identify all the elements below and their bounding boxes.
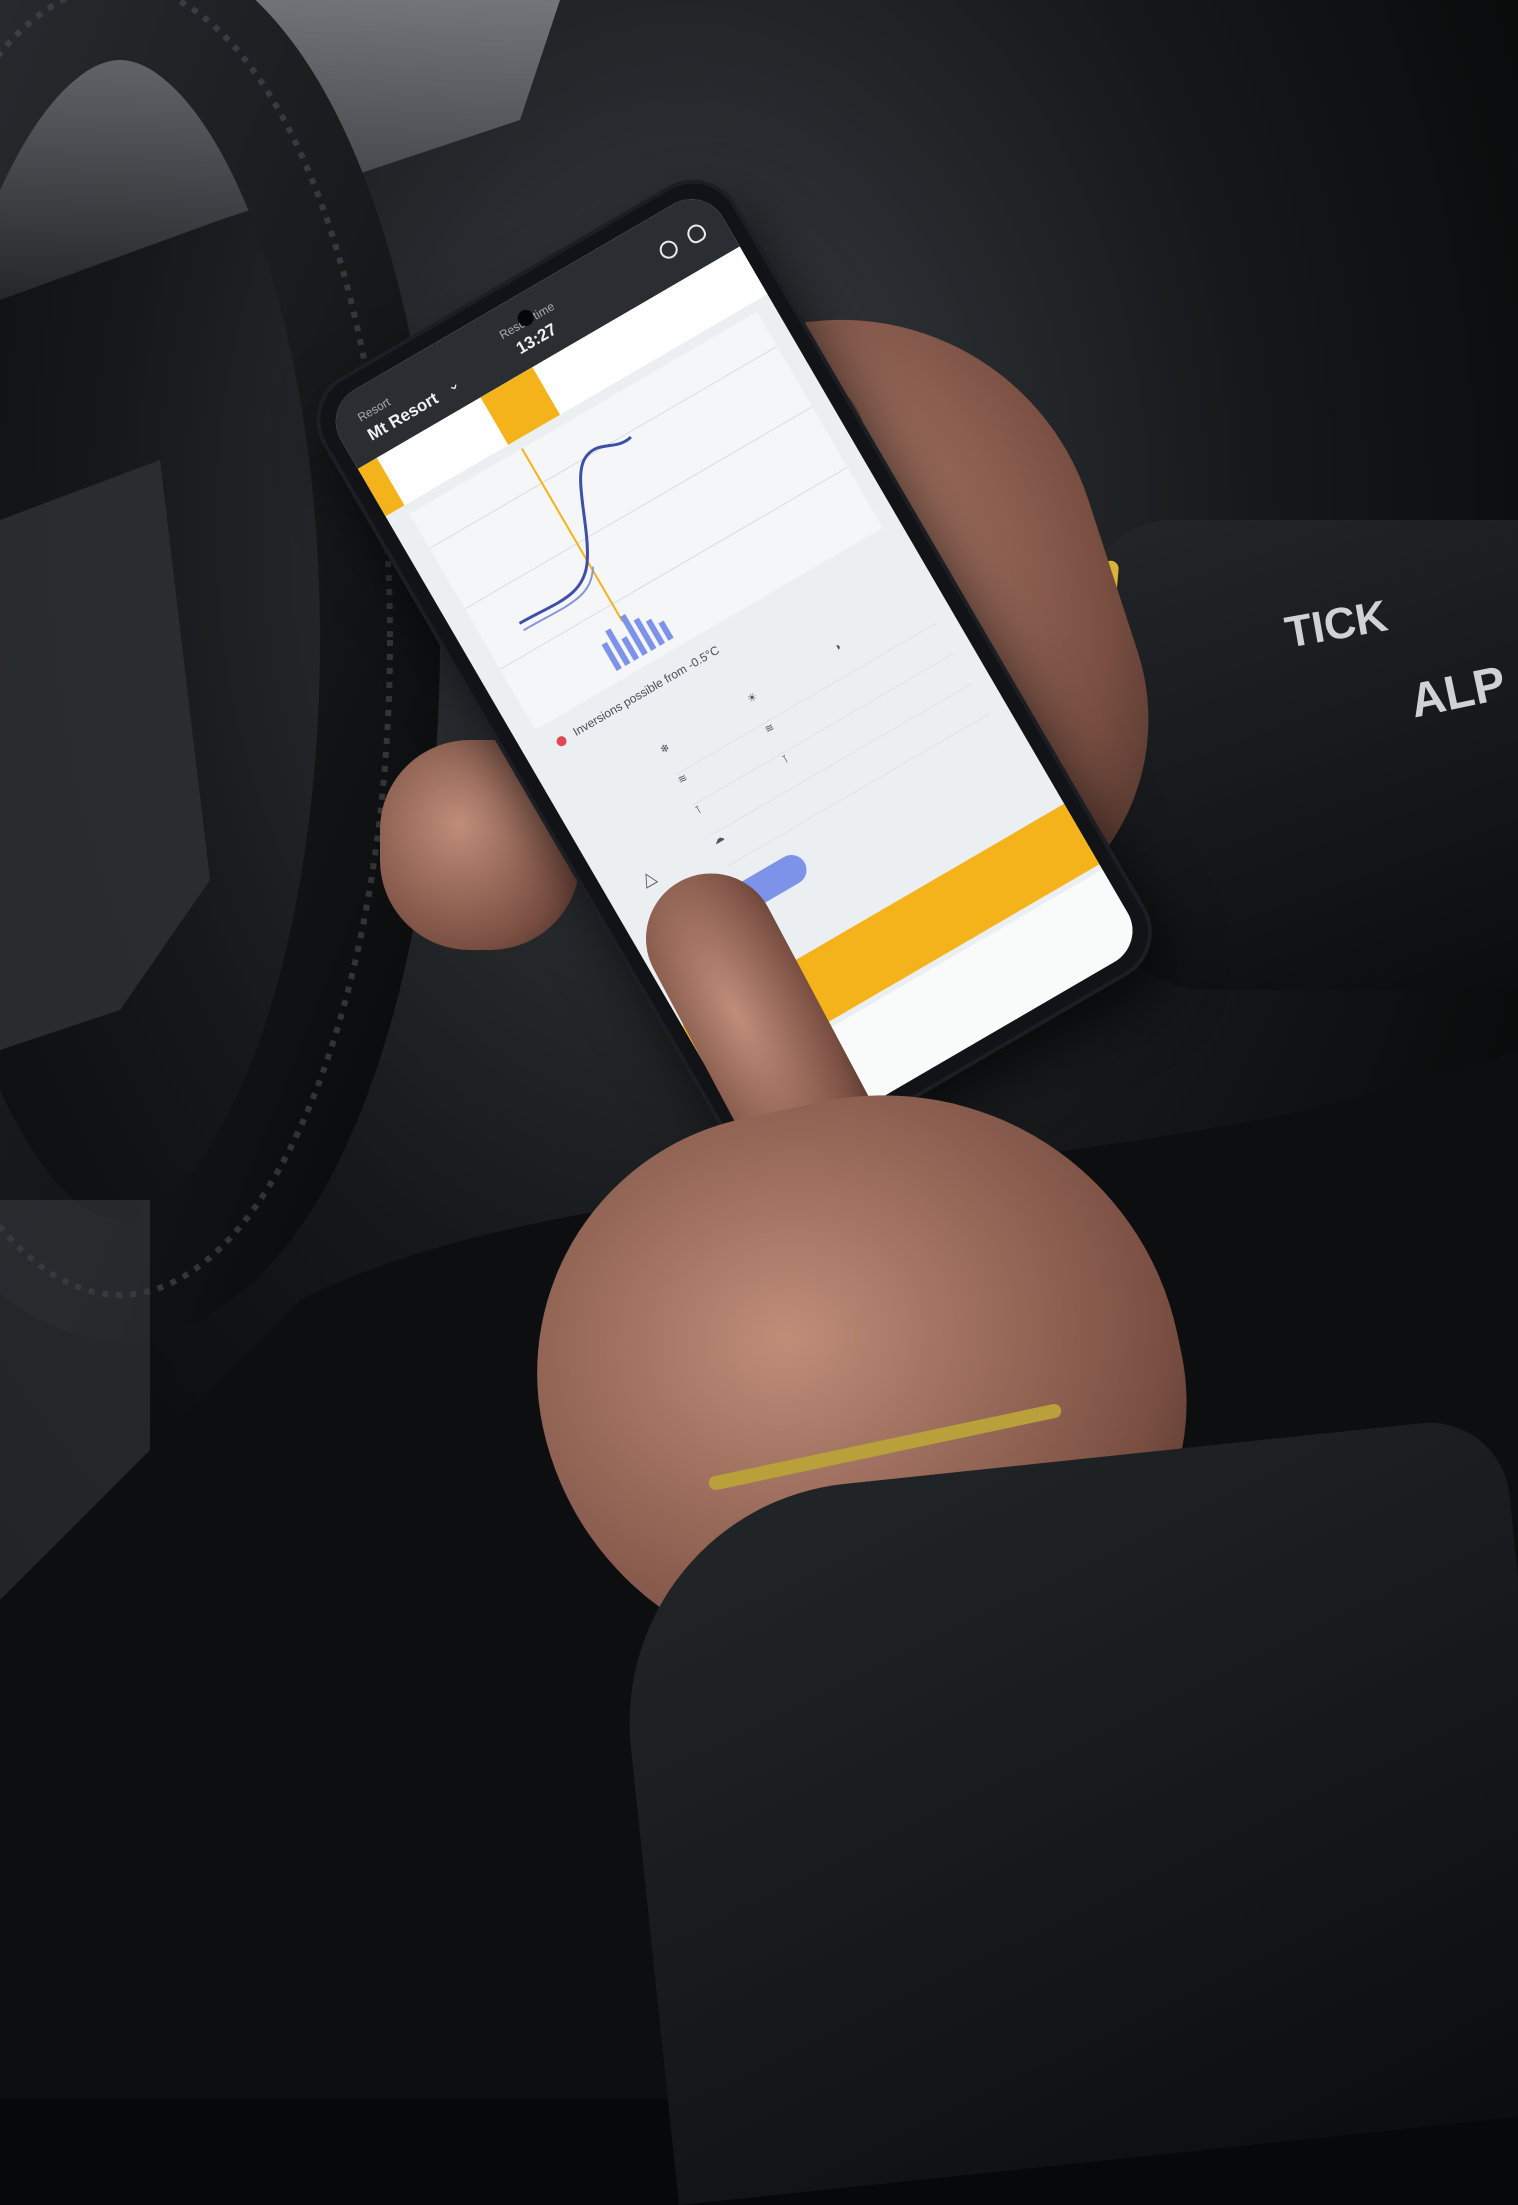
temperature-line bbox=[518, 435, 632, 625]
left-sleeve bbox=[605, 1414, 1518, 2205]
right-sleeve bbox=[1090, 520, 1518, 990]
precipitation-bars bbox=[601, 613, 674, 671]
warning-triangle-icon: △ bbox=[637, 866, 660, 891]
chart-now-marker bbox=[521, 448, 624, 622]
info-icon[interactable] bbox=[656, 237, 682, 262]
user-icon[interactable] bbox=[684, 221, 709, 246]
chart-gridline bbox=[499, 466, 848, 670]
warning-dot-icon bbox=[554, 734, 569, 748]
photo-scene: TICK ALP Resort Mt Resort ⌄ Resort time … bbox=[0, 0, 1518, 2205]
forecast-table: ❄ ☀ ◑ ≋ ≋ ⊺ ⊺ ☁ bbox=[657, 593, 990, 867]
temperature-line-secondary bbox=[523, 566, 595, 632]
chevron-down-icon[interactable]: ⌄ bbox=[443, 374, 462, 396]
